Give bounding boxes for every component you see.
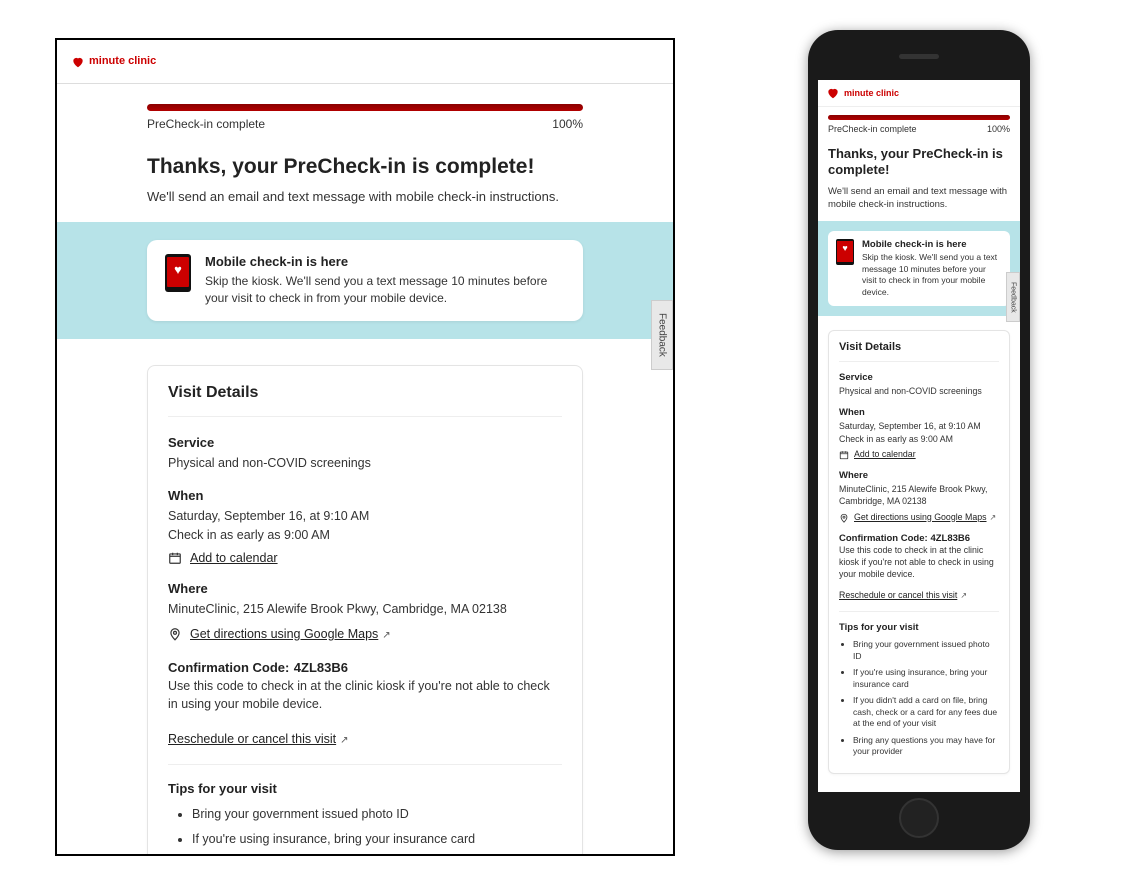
callout-body: Skip the kiosk. We'll send you a text me… [205,273,565,307]
progress-percent: 100% [552,117,583,131]
progress-label: PreCheck-in complete [147,117,265,131]
tip-item: If you didn't add a card on file, bring … [853,695,999,729]
heart-icon [71,55,85,69]
app-header: minute clinic [57,40,673,84]
phone-home-button[interactable] [899,798,939,838]
tip-item: If you didn't add a card on file, bring … [192,855,562,856]
phone-screen: minute clinic PreCheck-in complete 100% … [818,80,1020,792]
tips-list-mobile: Bring your government issued photo ID If… [839,639,999,757]
when-label-mobile: When [839,407,999,418]
visit-details-title-mobile: Visit Details [839,341,999,362]
progress-percent-mobile: 100% [987,124,1010,134]
where-label: Where [168,581,562,596]
page-title-mobile: Thanks, your PreCheck-in is complete! [828,146,1010,179]
external-link-icon: ↗ [340,735,348,746]
confirmation-label-mobile: Confirmation Code: [839,533,928,544]
map-pin-icon [168,627,182,641]
map-pin-icon [839,513,849,523]
external-link-icon: ↗ [382,630,390,641]
callout-title-mobile: Mobile check-in is here [862,239,1002,250]
tip-item: Bring any questions you may have for you… [853,735,999,758]
reschedule-cancel-link[interactable]: Reschedule or cancel this visit [168,732,336,746]
when-checkin-mobile: Check in as early as 9:00 AM [839,433,999,445]
divider-mobile [839,611,999,612]
progress-label-mobile: PreCheck-in complete [828,124,917,134]
feedback-tab-mobile[interactable]: Feedback [1006,272,1020,322]
confirmation-label: Confirmation Code: [168,660,289,675]
brand-text-mobile: minute clinic [844,89,899,98]
when-value-mobile: Saturday, September 16, at 9:10 AM [839,420,999,432]
mobile-checkin-callout: Mobile check-in is here Skip the kiosk. … [147,240,583,321]
tip-item: Bring your government issued photo ID [853,639,999,662]
progress-bar-mobile [828,115,1010,120]
add-to-calendar-link-mobile[interactable]: Add to calendar [854,449,916,459]
smartphone-heart-icon [165,254,191,292]
confirmation-body-mobile: Use this code to check in at the clinic … [839,544,999,581]
external-link-icon: ↗ [960,591,967,600]
phone-mock: minute clinic PreCheck-in complete 100% … [808,30,1030,850]
when-checkin: Check in as early as 9:00 AM [168,526,562,545]
callout-body-mobile: Skip the kiosk. We'll send you a text me… [862,252,1002,298]
get-directions-link[interactable]: Get directions using Google Maps [190,627,378,641]
confirmation-code-mobile: 4ZL83B6 [930,533,970,544]
where-label-mobile: Where [839,470,999,481]
service-value-mobile: Physical and non-COVID screenings [839,385,999,397]
get-directions-link-mobile[interactable]: Get directions using Google Maps [854,512,987,522]
add-to-calendar-link[interactable]: Add to calendar [190,551,278,565]
service-label: Service [168,435,562,450]
tip-item: If you're using insurance, bring your in… [192,831,562,849]
brand-text: minute clinic [89,56,156,67]
brand-logo-mobile: minute clinic [826,86,899,100]
page-title: Thanks, your PreCheck-in is complete! [147,155,583,179]
progress-section: PreCheck-in complete 100% [147,104,583,131]
confirmation-code: 4ZL83B6 [294,660,348,675]
smartphone-heart-icon [836,239,854,265]
desktop-window: minute clinic PreCheck-in complete 100% … [55,38,675,856]
reschedule-cancel-link-mobile[interactable]: Reschedule or cancel this visit [839,590,957,600]
phone-frame: minute clinic PreCheck-in complete 100% … [808,30,1030,850]
external-link-icon: ↗ [990,513,997,522]
progress-bar [147,104,583,111]
divider [168,764,562,765]
heart-icon [826,86,840,100]
service-label-mobile: Service [839,372,999,383]
page-subtitle-mobile: We'll send an email and text message wit… [828,185,1010,212]
brand-logo: minute clinic [71,55,156,69]
service-value: Physical and non-COVID screenings [168,454,562,473]
tips-list: Bring your government issued photo ID If… [168,806,562,856]
tips-title-mobile: Tips for your visit [839,622,999,633]
when-value: Saturday, September 16, at 9:10 AM [168,507,562,526]
tip-item: If you're using insurance, bring your in… [853,667,999,690]
callout-band: Mobile check-in is here Skip the kiosk. … [57,222,673,339]
page-body: PreCheck-in complete 100% Thanks, your P… [57,84,673,856]
calendar-icon [168,551,182,565]
page-subtitle: We'll send an email and text message wit… [147,189,583,204]
where-value: MinuteClinic, 215 Alewife Brook Pkwy, Ca… [168,600,562,619]
visit-details-title: Visit Details [168,384,562,417]
tips-title: Tips for your visit [168,781,562,796]
calendar-icon [839,450,849,460]
feedback-tab[interactable]: Feedback [651,300,673,370]
confirmation-body: Use this code to check in at the clinic … [168,677,562,715]
visit-details-card-mobile: Visit Details Service Physical and non-C… [828,330,1010,774]
where-value-mobile: MinuteClinic, 215 Alewife Brook Pkwy, Ca… [839,483,999,508]
callout-band-mobile: Mobile check-in is here Skip the kiosk. … [818,221,1020,316]
app-header-mobile: minute clinic [818,80,1020,107]
phone-speaker [899,54,939,59]
mobile-checkin-callout-mobile: Mobile check-in is here Skip the kiosk. … [828,231,1010,306]
tip-item: Bring your government issued photo ID [192,806,562,824]
when-label: When [168,488,562,503]
callout-title: Mobile check-in is here [205,254,565,269]
visit-details-card: Visit Details Service Physical and non-C… [147,365,583,856]
